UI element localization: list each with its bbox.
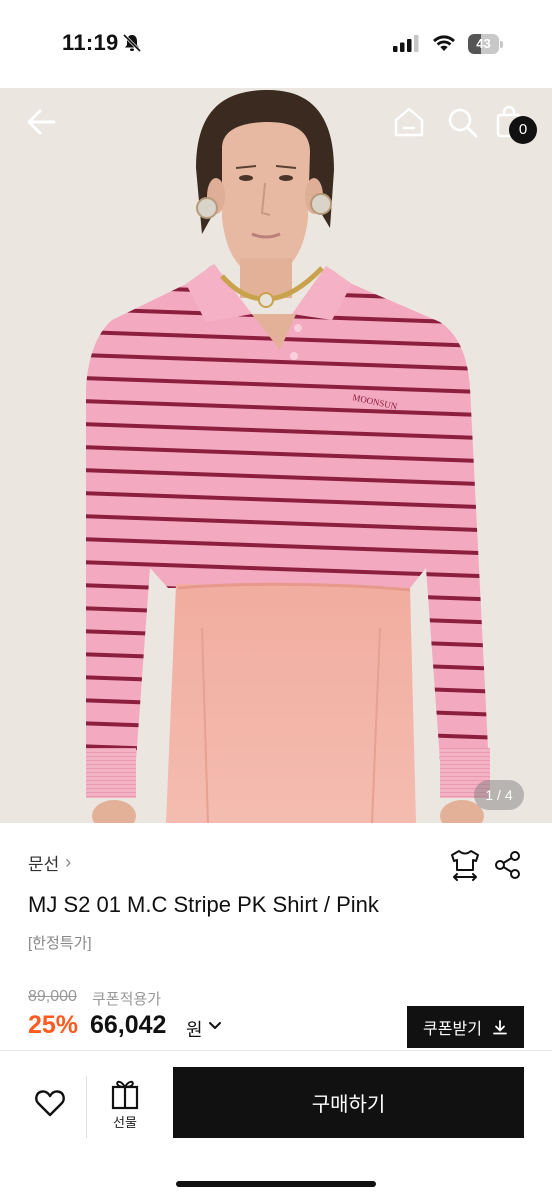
gift-icon	[111, 1080, 139, 1110]
sale-price: 66,042	[90, 1011, 167, 1039]
download-coupon-button[interactable]: 쿠폰받기	[407, 1006, 524, 1048]
size-guide-shirt-icon[interactable]	[448, 848, 482, 882]
gift-label: 선물	[113, 1115, 137, 1130]
battery-icon: 43	[468, 34, 504, 54]
cellular-signal-icon	[393, 35, 419, 52]
currency-unit: 원	[186, 1020, 203, 1040]
product-image-carousel[interactable]: MOONSUN	[0, 88, 552, 823]
battery-level: 43	[476, 36, 491, 51]
search-icon[interactable]	[445, 104, 479, 140]
gift-button[interactable]: 선물	[104, 1078, 146, 1134]
bell-slash-icon	[122, 33, 142, 53]
brand-name: 문선	[28, 855, 60, 874]
image-counter: 1 / 4	[474, 780, 524, 810]
buy-now-button[interactable]: 구매하기	[173, 1067, 524, 1138]
download-icon	[493, 1020, 507, 1035]
share-icon[interactable]	[494, 850, 522, 880]
chevron-right-icon: ›	[65, 852, 72, 872]
status-bar: 11:19 43	[0, 0, 552, 88]
brand-link[interactable]: 문선 ›	[28, 850, 71, 875]
wifi-icon	[433, 35, 455, 51]
back-arrow-icon[interactable]	[22, 104, 60, 140]
heart-icon[interactable]	[34, 1088, 66, 1118]
divider	[86, 1076, 87, 1138]
product-photo: MOONSUN	[0, 88, 552, 823]
coupon-price-note: 쿠폰적용가	[92, 991, 162, 1008]
discount-rate: 25%	[28, 1011, 79, 1039]
chevron-down-icon[interactable]	[207, 1018, 223, 1034]
original-price: 89,000	[28, 988, 77, 1005]
cart-count-badge: 0	[509, 116, 537, 144]
home-indicator	[176, 1181, 376, 1187]
status-time: 11:19	[62, 30, 119, 55]
product-tag: [한정특가]	[28, 935, 92, 952]
coupon-button-label: 쿠폰받기	[423, 1021, 482, 1038]
home-icon[interactable]	[391, 104, 427, 140]
product-title: MJ S2 01 M.C Stripe PK Shirt / Pink	[28, 892, 379, 917]
